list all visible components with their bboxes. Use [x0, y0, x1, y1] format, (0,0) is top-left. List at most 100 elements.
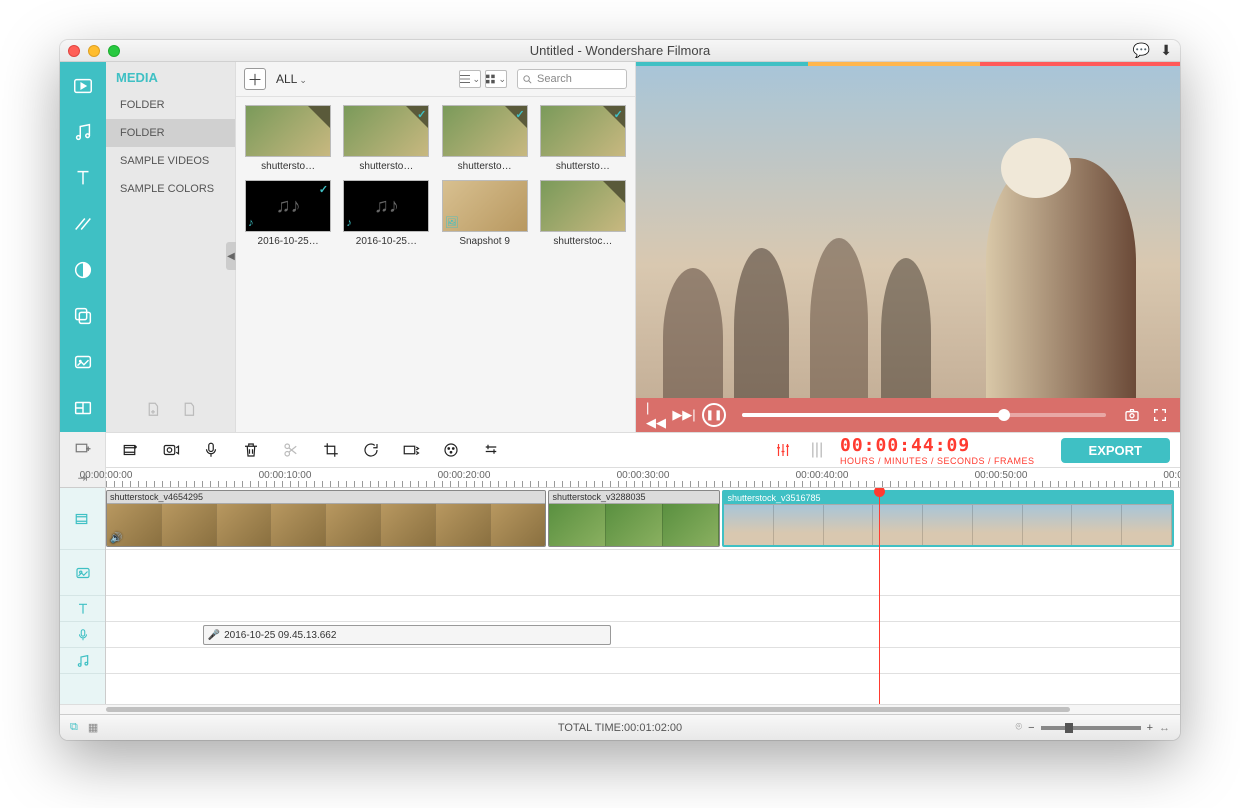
filter-dropdown[interactable]: ALL⌄	[276, 72, 307, 86]
zoom-fit-icon[interactable]: ⌾	[1016, 721, 1023, 734]
music-track[interactable]	[106, 648, 1180, 674]
pip-track[interactable]	[106, 550, 1180, 596]
playhead[interactable]	[879, 488, 880, 704]
video-clip[interactable]: shutterstock_v4654295🔊	[106, 490, 546, 547]
clip-name-label: shutterstock_v4654295	[107, 491, 545, 504]
thumbnail-label: Snapshot 9	[459, 236, 510, 247]
download-icon[interactable]: ⬇	[1160, 42, 1172, 59]
preview-panel: |◀◀ ▶▶| ❚❚	[636, 62, 1180, 432]
search-input[interactable]: Search	[517, 69, 627, 89]
chevron-down-icon: ⌄	[299, 75, 307, 85]
folder-item[interactable]: SAMPLE VIDEOS	[106, 147, 235, 175]
zoom-window-button[interactable]	[108, 45, 120, 57]
titlebar: Untitled - Wondershare Filmora 💬 ⬇	[60, 40, 1180, 62]
list-view-button[interactable]: ⌄	[459, 70, 481, 88]
audio-mixer-icon[interactable]	[772, 439, 794, 461]
delete-icon[interactable]	[240, 439, 262, 461]
adjust-icon[interactable]	[480, 439, 502, 461]
new-folder-icon[interactable]	[144, 401, 162, 424]
playback-controls: |◀◀ ▶▶| ❚❚	[636, 398, 1180, 432]
music-tab-icon[interactable]	[69, 118, 97, 146]
zoom-slider[interactable]	[1041, 726, 1141, 730]
thumbnail-label: shuttersto…	[359, 161, 413, 172]
media-thumbnail[interactable]: ♫♪♪✓2016-10-25…	[244, 180, 332, 247]
total-time-label: TOTAL TIME:00:01:02:00	[60, 722, 1180, 734]
voiceover-track-label[interactable]	[60, 622, 105, 648]
add-media-to-timeline-icon[interactable]	[120, 439, 142, 461]
close-window-button[interactable]	[68, 45, 80, 57]
tracks-area[interactable]: shutterstock_v4654295🔊shutterstock_v3288…	[106, 488, 1180, 704]
add-track-icon[interactable]	[74, 439, 92, 462]
media-thumbnail[interactable]: ✓shuttersto…	[441, 105, 529, 172]
thumbnails-toggle-icon[interactable]: ▦	[88, 721, 98, 734]
transitions-tab-icon[interactable]	[69, 210, 97, 238]
ruler-tick-label: 00:00:10:00	[259, 470, 312, 481]
elements-tab-icon[interactable]	[69, 348, 97, 376]
folder-item[interactable]: FOLDER	[106, 91, 235, 119]
clip-name-label: 2016-10-25 09.45.13.662	[224, 630, 336, 641]
preview-viewport[interactable]	[636, 66, 1180, 398]
record-voiceover-icon[interactable]	[200, 439, 222, 461]
grid-view-button[interactable]: ⌄	[485, 70, 507, 88]
video-track-label[interactable]	[60, 488, 105, 550]
record-screen-icon[interactable]	[160, 439, 182, 461]
toggle-view-icon[interactable]: ⧉	[70, 721, 78, 734]
mic-icon: 🎤	[208, 630, 220, 641]
media-thumbnail[interactable]: shutterstoc…	[539, 180, 627, 247]
skip-forward-button[interactable]: ▶▶|	[674, 405, 694, 425]
folder-item[interactable]: FOLDER	[106, 119, 235, 147]
split-icon[interactable]	[280, 439, 302, 461]
snapshot-button[interactable]	[1122, 405, 1142, 425]
import-media-button[interactable]: ＋	[244, 68, 266, 90]
export-button[interactable]: EXPORT	[1061, 438, 1170, 463]
delete-folder-icon[interactable]	[180, 401, 198, 424]
video-clip[interactable]: shutterstock_v3288035	[548, 490, 720, 547]
voiceover-track[interactable]: 🎤 2016-10-25 09.45.13.662	[106, 622, 1180, 648]
video-track[interactable]: shutterstock_v4654295🔊shutterstock_v3288…	[106, 488, 1180, 550]
audio-waveform-icon[interactable]: |||	[806, 439, 828, 461]
filters-tab-icon[interactable]	[69, 256, 97, 284]
timeline-scrollbar[interactable]	[60, 704, 1180, 714]
text-tab-icon[interactable]	[69, 164, 97, 192]
overlays-tab-icon[interactable]	[69, 302, 97, 330]
skip-back-button[interactable]: |◀◀	[646, 405, 666, 425]
crop-icon[interactable]	[320, 439, 342, 461]
comment-icon[interactable]: 💬	[1133, 42, 1150, 59]
pause-button[interactable]: ❚❚	[702, 403, 726, 427]
pip-track-label[interactable]	[60, 550, 105, 596]
thumbnail-label: shuttersto…	[261, 161, 315, 172]
folder-item[interactable]: SAMPLE COLORS	[106, 175, 235, 203]
minimize-window-button[interactable]	[88, 45, 100, 57]
fullscreen-button[interactable]	[1150, 405, 1170, 425]
text-track[interactable]	[106, 596, 1180, 622]
speed-icon[interactable]	[400, 439, 422, 461]
video-clip[interactable]: shutterstock_v3516785	[722, 490, 1173, 547]
timecode-display: 00:00:44:09	[840, 435, 1035, 456]
ruler-tick-label: 00:00:00:00	[80, 470, 133, 481]
window-title: Untitled - Wondershare Filmora	[60, 43, 1180, 58]
media-tab-icon[interactable]	[69, 72, 97, 100]
check-icon: ✓	[614, 108, 623, 121]
media-thumbnail[interactable]: ✓shuttersto…	[539, 105, 627, 172]
zoom-out-button[interactable]: −	[1028, 722, 1034, 734]
text-track-label[interactable]	[60, 596, 105, 622]
split-screen-tab-icon[interactable]	[69, 394, 97, 422]
media-thumbnail[interactable]: shuttersto…	[244, 105, 332, 172]
ruler-tick-label: 00:00:30:00	[617, 470, 670, 481]
rotate-icon[interactable]	[360, 439, 382, 461]
collapse-sidebar-handle[interactable]: ◀	[226, 242, 236, 270]
media-thumbnail[interactable]: ✓shuttersto…	[342, 105, 430, 172]
timeline-toolbar: ||| 00:00:44:09 HOURS / MINUTES / SECOND…	[106, 432, 1180, 468]
ruler-tick-label: 00:00:50:00	[975, 470, 1028, 481]
media-thumbnail[interactable]: 🖼Snapshot 9	[441, 180, 529, 247]
zoom-in-button[interactable]: +	[1147, 722, 1153, 734]
audio-clip[interactable]: 🎤 2016-10-25 09.45.13.662	[203, 625, 611, 645]
media-thumbnail[interactable]: ♫♪♪2016-10-25…	[342, 180, 430, 247]
fit-width-icon[interactable]: ↔	[1159, 722, 1170, 734]
color-icon[interactable]	[440, 439, 462, 461]
thumbnail-label: shuttersto…	[458, 161, 512, 172]
time-ruler[interactable]: 00:00:00:0000:00:10:0000:00:20:0000:00:3…	[106, 468, 1180, 488]
progress-slider[interactable]	[742, 413, 1106, 417]
music-track-label[interactable]	[60, 648, 105, 674]
chevron-down-icon: ⌄	[472, 74, 480, 85]
